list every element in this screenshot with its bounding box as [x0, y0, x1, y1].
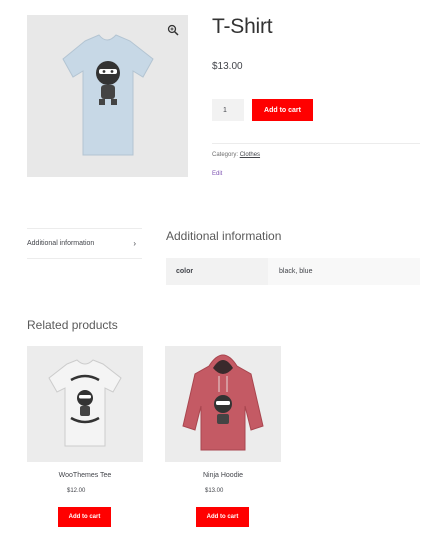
add-to-cart-button[interactable]: Add to cart: [252, 99, 313, 121]
product-image-woothemes-tee[interactable]: [27, 346, 143, 462]
add-to-cart-button[interactable]: Add to cart: [196, 507, 249, 527]
product-meta: Category: Clothes: [212, 152, 260, 158]
category-label: Category:: [212, 152, 239, 158]
product-price: $13.00: [212, 61, 243, 72]
attribute-value: black, blue: [268, 258, 420, 285]
tshirt-image: [62, 34, 154, 156]
chevron-right-icon: ›: [133, 239, 136, 248]
product-title: T-Shirt: [212, 15, 273, 38]
panel-title: Additional information: [166, 229, 282, 243]
edit-link[interactable]: Edit: [212, 171, 222, 177]
product-price: $12.00: [67, 488, 86, 494]
add-to-cart-button[interactable]: Add to cart: [58, 507, 111, 527]
tee-image: [48, 359, 122, 447]
product-image-ninja-hoodie[interactable]: [165, 346, 281, 462]
product-gallery[interactable]: [27, 15, 188, 177]
tab-label: Additional information: [27, 240, 95, 247]
product-price: $13.00: [205, 488, 224, 494]
zoom-icon[interactable]: [167, 24, 179, 36]
tab-additional-information[interactable]: Additional information ›: [27, 229, 142, 258]
product-name[interactable]: Ninja Hoodie: [165, 472, 281, 479]
category-link[interactable]: Clothes: [240, 152, 260, 158]
summary-divider: [212, 143, 420, 144]
quantity-input[interactable]: [212, 99, 244, 121]
hoodie-image: [182, 354, 264, 451]
related-products-title: Related products: [27, 318, 118, 332]
product-name[interactable]: WooThemes Tee: [27, 472, 143, 479]
tab-divider-bottom: [27, 258, 142, 259]
attribute-name: color: [166, 258, 268, 285]
